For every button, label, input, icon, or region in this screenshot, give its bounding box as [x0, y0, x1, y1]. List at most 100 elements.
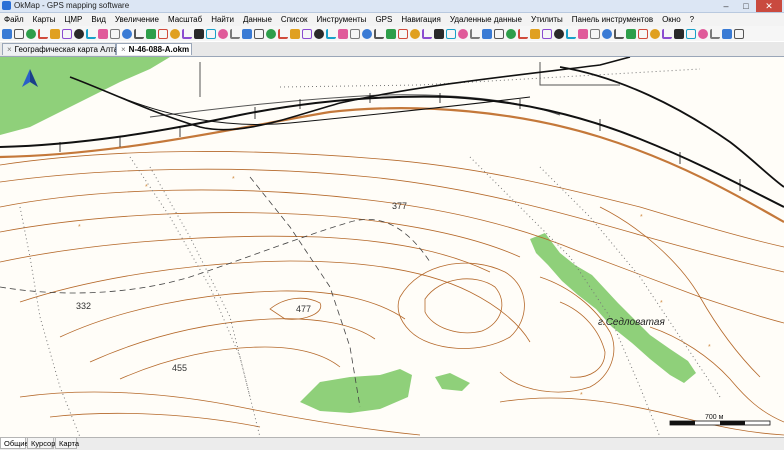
- status-tab-cursor[interactable]: Курсор: [27, 438, 55, 449]
- elevation-label-377: 377: [392, 201, 407, 211]
- window-title: OkMap - GPS mapping software: [14, 1, 130, 10]
- menu-utilities[interactable]: Утилиты: [531, 15, 563, 24]
- toolbar-tool-icon[interactable]: [722, 28, 732, 39]
- toolbar-tool-icon[interactable]: [350, 28, 360, 39]
- toolbar-tool-icon[interactable]: [614, 28, 624, 39]
- map-canvas[interactable]: * * * * * * * 377 477 332 455 г.Седловатая 7…: [0, 57, 784, 437]
- toolbar-tool-icon[interactable]: [134, 28, 144, 39]
- toolbar-tool-icon[interactable]: [410, 28, 420, 39]
- status-bar: Общие Курсор Карта: [0, 437, 784, 450]
- toolbar-tool-icon[interactable]: [518, 28, 528, 39]
- svg-text:*: *: [640, 214, 643, 221]
- close-tab-icon[interactable]: ×: [7, 45, 12, 54]
- elevation-label-332: 332: [76, 301, 91, 311]
- svg-text:*: *: [78, 224, 81, 231]
- close-button[interactable]: ✕: [756, 0, 782, 12]
- toolbar-tool-icon[interactable]: [38, 28, 48, 39]
- menu-list[interactable]: Список: [281, 15, 308, 24]
- svg-text:*: *: [660, 300, 663, 307]
- menu-view[interactable]: Вид: [91, 15, 105, 24]
- menu-remote-data[interactable]: Удаленные данные: [450, 15, 522, 24]
- toolbar-tool-icon[interactable]: [314, 28, 324, 39]
- toolbar-tool-icon[interactable]: [86, 28, 96, 39]
- toolbar-tool-icon[interactable]: [110, 28, 120, 39]
- toolbar-tool-icon[interactable]: [650, 28, 660, 39]
- toolbar-tool-icon[interactable]: [578, 28, 588, 39]
- menu-file[interactable]: Файл: [4, 15, 24, 24]
- toolbar-tool-icon[interactable]: [206, 28, 216, 39]
- toolbar-tool-icon[interactable]: [566, 28, 576, 39]
- toolbar-tool-icon[interactable]: [326, 28, 336, 39]
- toolbar-tool-icon[interactable]: [230, 28, 240, 39]
- toolbar-tool-icon[interactable]: [266, 28, 276, 39]
- maximize-button[interactable]: □: [736, 0, 756, 12]
- toolbar-tool-icon[interactable]: [290, 28, 300, 39]
- toolbar-tool-icon[interactable]: [494, 28, 504, 39]
- toolbar-tool-icon[interactable]: [2, 28, 12, 39]
- menu-gps[interactable]: GPS: [375, 15, 392, 24]
- toolbar-tool-icon[interactable]: [590, 28, 600, 39]
- status-tab-general[interactable]: Общие: [0, 438, 29, 449]
- toolbar-tool-icon[interactable]: [626, 28, 636, 39]
- toolbar-tool-icon[interactable]: [398, 28, 408, 39]
- toolbar-tool-icon[interactable]: [698, 28, 708, 39]
- toolbar-tool-icon[interactable]: [554, 28, 564, 39]
- menu-maps[interactable]: Карты: [33, 15, 56, 24]
- toolbar-tool-icon[interactable]: [482, 28, 492, 39]
- menu-window[interactable]: Окно: [662, 15, 681, 24]
- menu-navigation[interactable]: Навигация: [401, 15, 441, 24]
- menu-scale[interactable]: Масштаб: [168, 15, 202, 24]
- toolbar-tool-icon[interactable]: [374, 28, 384, 39]
- toolbar-tool-icon[interactable]: [602, 28, 612, 39]
- tab-map-n46[interactable]: × N-46-088-A.okm: [116, 43, 192, 55]
- toolbar-tool-icon[interactable]: [26, 28, 36, 39]
- menu-dem[interactable]: ЦМР: [64, 15, 82, 24]
- toolbar-tool-icon[interactable]: [506, 28, 516, 39]
- toolbar-tool-icon[interactable]: [170, 28, 180, 39]
- toolbar-tool-icon[interactable]: [146, 28, 156, 39]
- menu-toolbar[interactable]: Панель инструментов: [572, 15, 653, 24]
- close-tab-icon[interactable]: ×: [121, 45, 126, 54]
- toolbar-tool-icon[interactable]: [638, 28, 648, 39]
- toolbar-tool-icon[interactable]: [386, 28, 396, 39]
- title-bar: OkMap - GPS mapping software – □ ✕: [0, 0, 784, 13]
- toolbar-tool-icon[interactable]: [14, 28, 24, 39]
- toolbar-tool-icon[interactable]: [734, 28, 744, 39]
- toolbar-tool-icon[interactable]: [542, 28, 552, 39]
- toolbar-tool-icon[interactable]: [686, 28, 696, 39]
- menu-data[interactable]: Данные: [243, 15, 272, 24]
- toolbar-tool-icon[interactable]: [194, 28, 204, 39]
- menu-find[interactable]: Найти: [211, 15, 234, 24]
- tab-map-altai[interactable]: × Географическая карта Алта...: [2, 43, 125, 55]
- toolbar-tool-icon[interactable]: [98, 28, 108, 39]
- toolbar-tool-icon[interactable]: [362, 28, 372, 39]
- toolbar-tool-icon[interactable]: [422, 28, 432, 39]
- menu-help[interactable]: ?: [690, 15, 694, 24]
- status-tab-map[interactable]: Карта: [55, 438, 79, 449]
- toolbar-tool-icon[interactable]: [62, 28, 72, 39]
- toolbar-tool-icon[interactable]: [446, 28, 456, 39]
- toolbar-tool-icon[interactable]: [182, 28, 192, 39]
- toolbar-tool-icon[interactable]: [218, 28, 228, 39]
- toolbar-tool-icon[interactable]: [662, 28, 672, 39]
- toolbar-tool-icon[interactable]: [470, 28, 480, 39]
- toolbar-tool-icon[interactable]: [50, 28, 60, 39]
- toolbar-tool-icon[interactable]: [122, 28, 132, 39]
- toolbar-tool-icon[interactable]: [710, 28, 720, 39]
- toolbar-tool-icon[interactable]: [338, 28, 348, 39]
- elevation-label-477: 477: [296, 304, 311, 314]
- toolbar-tool-icon[interactable]: [434, 28, 444, 39]
- toolbar-tool-icon[interactable]: [74, 28, 84, 39]
- toolbar-tool-icon[interactable]: [302, 28, 312, 39]
- minimize-button[interactable]: –: [716, 0, 736, 12]
- topographic-map[interactable]: * * * * * * * 377 477 332 455 г.Седловатая 7…: [0, 57, 784, 437]
- toolbar-tool-icon[interactable]: [674, 28, 684, 39]
- toolbar-tool-icon[interactable]: [530, 28, 540, 39]
- toolbar-tool-icon[interactable]: [458, 28, 468, 39]
- toolbar-tool-icon[interactable]: [242, 28, 252, 39]
- toolbar-tool-icon[interactable]: [278, 28, 288, 39]
- menu-zoom[interactable]: Увеличение: [115, 15, 159, 24]
- toolbar-tool-icon[interactable]: [254, 28, 264, 39]
- menu-tools[interactable]: Инструменты: [317, 15, 367, 24]
- toolbar-tool-icon[interactable]: [158, 28, 168, 39]
